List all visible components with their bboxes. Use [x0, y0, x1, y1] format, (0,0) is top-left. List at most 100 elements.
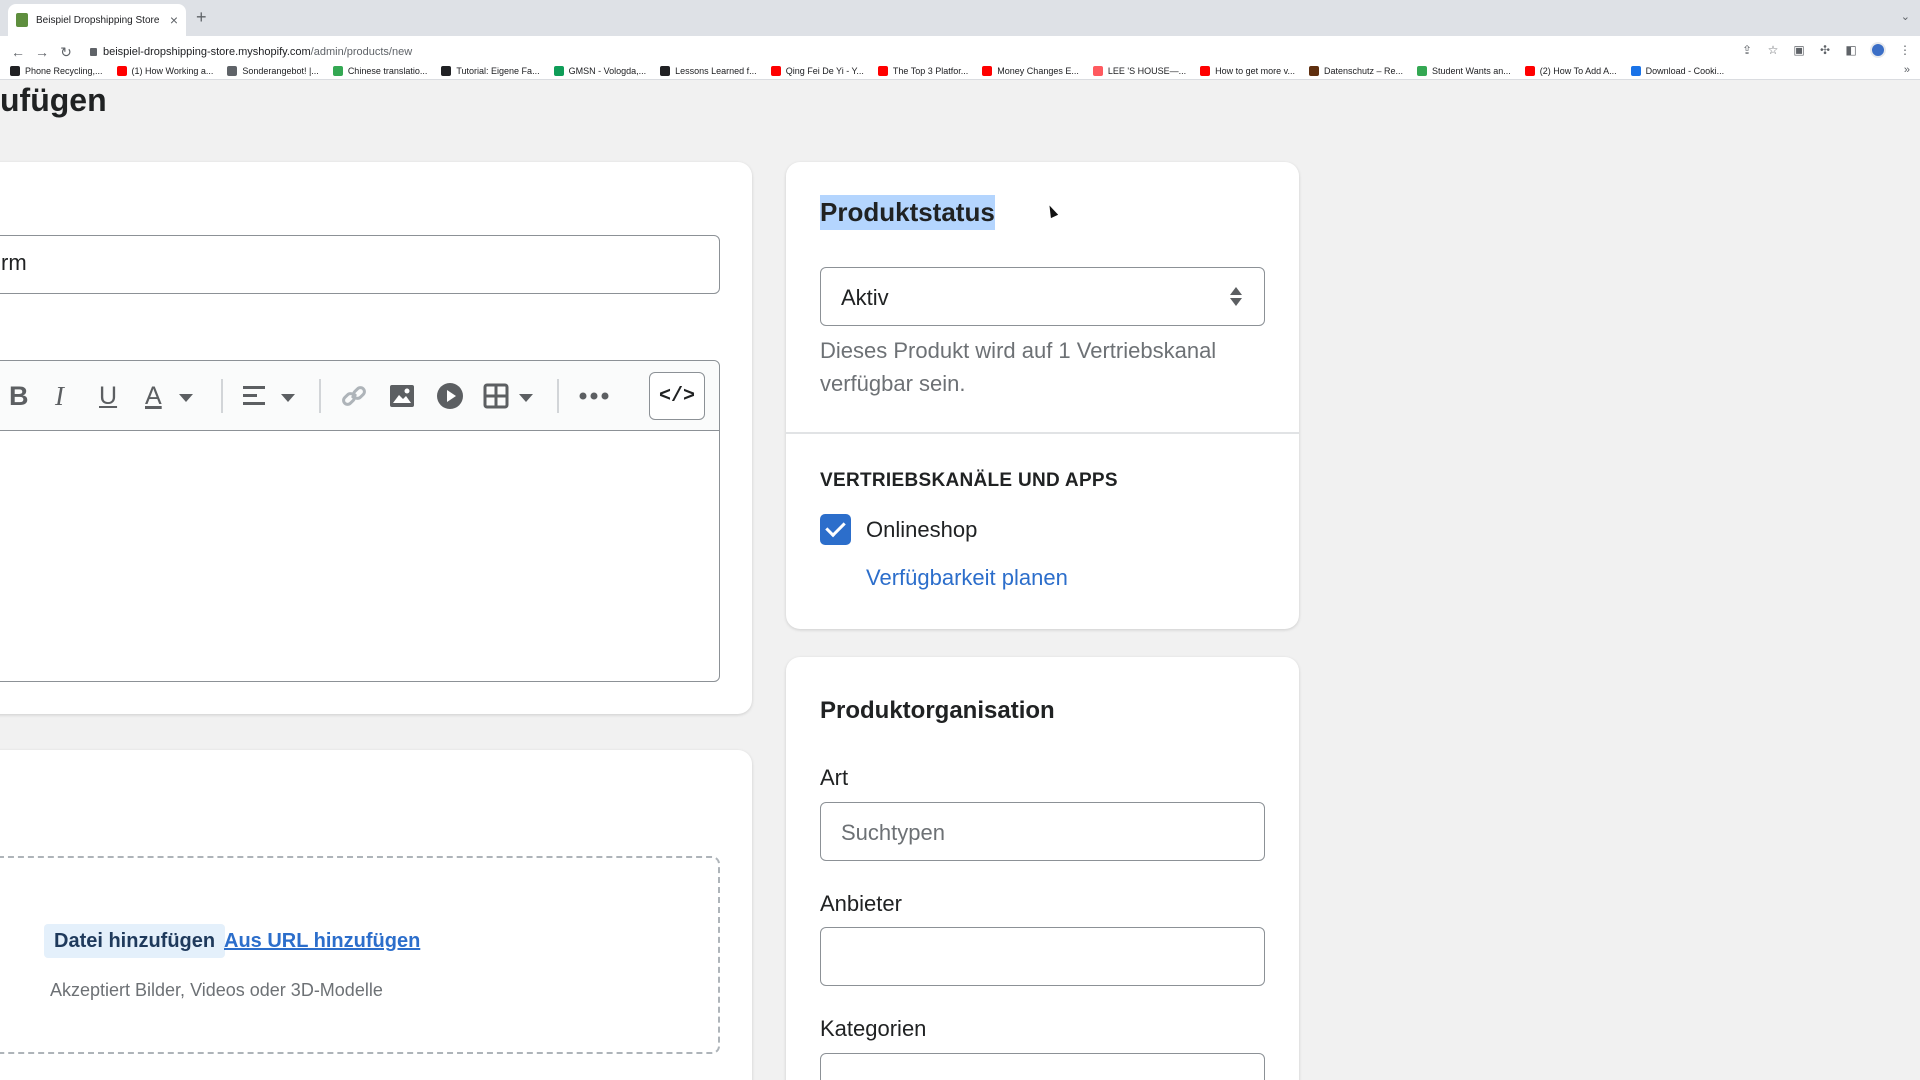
extension-icon[interactable]: ▣ — [1792, 43, 1806, 57]
bookmark-item[interactable]: LEE 'S HOUSE—... — [1092, 65, 1187, 76]
bookmark-favicon-icon — [1417, 65, 1428, 76]
product-status-card: Produktstatus Aktiv Dieses Produkt wird … — [786, 162, 1299, 629]
schedule-availability-link[interactable]: Verfügbarkeit planen — [866, 565, 1068, 591]
bookmark-favicon-icon — [982, 65, 993, 76]
type-search-input[interactable]: Suchtypen — [820, 802, 1265, 861]
bookmark-star-icon[interactable]: ☆ — [1766, 43, 1780, 57]
vendor-input[interactable] — [820, 927, 1265, 986]
bookmark-label: Qing Fei De Yi - Y... — [785, 65, 864, 76]
vendor-label: Anbieter — [820, 891, 902, 916]
bookmarks-overflow-icon[interactable]: » — [1904, 64, 1910, 76]
editor-toolbar: B I U A </> — [0, 361, 719, 431]
link-icon[interactable] — [341, 379, 367, 413]
dropzone-hint: Akzeptiert Bilder, Videos oder 3D-Modell… — [50, 980, 383, 1000]
shopify-favicon-icon — [16, 13, 28, 27]
status-select[interactable]: Aktiv — [820, 267, 1265, 326]
bookmark-label: (1) How Working a... — [131, 65, 214, 76]
toolbar-divider — [221, 379, 223, 413]
kebab-menu-icon[interactable]: ⋮ — [1898, 43, 1912, 57]
add-from-url-link[interactable]: Aus URL hinzufügen — [224, 930, 420, 953]
bookmark-item[interactable]: Qing Fei De Yi - Y... — [770, 65, 864, 76]
reload-icon[interactable]: ↻ — [54, 44, 78, 61]
page-title: ufügen — [0, 82, 107, 118]
bookmark-favicon-icon — [1308, 65, 1319, 76]
bookmark-favicon-icon — [1524, 65, 1535, 76]
categories-input[interactable] — [820, 1053, 1265, 1080]
tab-search-icon[interactable]: ⌄ — [1901, 10, 1910, 23]
italic-icon[interactable]: I — [55, 379, 64, 413]
bookmark-favicon-icon — [1630, 65, 1641, 76]
chevron-down-icon[interactable] — [519, 394, 533, 402]
url-path: /admin/products/new — [310, 46, 413, 58]
bookmark-item[interactable]: The Top 3 Platfor... — [877, 65, 969, 76]
bookmark-item[interactable]: (1) How Working a... — [116, 65, 214, 76]
onlineshop-label: Onlineshop — [866, 517, 978, 542]
tab-close-icon[interactable]: × — [170, 13, 178, 27]
media-dropzone[interactable]: Datei hinzufügen Aus URL hinzufügen Akze… — [0, 856, 720, 1054]
bookmark-item[interactable]: How to get more v... — [1200, 65, 1295, 76]
bookmark-item[interactable]: Chinese translatio... — [332, 65, 427, 76]
add-file-button[interactable]: Datei hinzufügen — [44, 924, 226, 958]
bookmark-label: Datenschutz – Re... — [1323, 65, 1404, 76]
bookmark-label: How to get more v... — [1215, 65, 1295, 76]
sidepanel-icon[interactable]: ◧ — [1844, 43, 1858, 57]
onlineshop-checkbox[interactable] — [820, 514, 851, 545]
bookmark-label: GMSN - Vologda,... — [568, 65, 647, 76]
url-omnibox[interactable]: beispiel-dropshipping-store.myshopify.co… — [90, 40, 1730, 64]
type-label: Art — [820, 765, 849, 790]
bookmark-favicon-icon — [441, 65, 452, 76]
sales-channels-heading: VERTRIEBSKANÄLE UND APPS — [820, 470, 1118, 491]
bookmark-label: Money Changes E... — [997, 65, 1079, 76]
bookmark-favicon-icon — [553, 65, 564, 76]
bookmark-item[interactable]: Student Wants an... — [1417, 65, 1511, 76]
select-arrows-icon — [1230, 287, 1242, 307]
bookmark-favicon-icon — [877, 65, 888, 76]
bookmark-label: Tutorial: Eigene Fa... — [456, 65, 540, 76]
align-left-icon[interactable] — [243, 379, 267, 413]
table-icon[interactable] — [483, 379, 509, 413]
bookmark-label: The Top 3 Platfor... — [892, 65, 969, 76]
more-options-icon[interactable] — [579, 379, 609, 413]
bookmark-label: Lessons Learned f... — [675, 65, 757, 76]
toolbar-divider — [557, 379, 559, 413]
status-select-value: Aktiv — [841, 285, 889, 310]
bookmark-favicon-icon — [332, 65, 343, 76]
bookmark-item[interactable]: Tutorial: Eigene Fa... — [441, 65, 540, 76]
new-tab-button[interactable]: + — [196, 8, 207, 26]
html-code-button[interactable]: </> — [649, 372, 705, 420]
bookmark-favicon-icon — [1092, 65, 1103, 76]
bookmark-label: LEE 'S HOUSE—... — [1107, 65, 1187, 76]
bookmark-item[interactable]: Sonderangebot! |... — [227, 65, 319, 76]
image-icon[interactable] — [389, 379, 415, 413]
bookmark-item[interactable]: Download - Cooki... — [1630, 65, 1725, 76]
section-divider — [786, 432, 1299, 434]
bookmark-label: Student Wants an... — [1432, 65, 1511, 76]
bookmark-item[interactable]: Money Changes E... — [982, 65, 1079, 76]
video-play-icon[interactable] — [436, 379, 464, 413]
chevron-down-icon[interactable] — [179, 394, 193, 402]
bookmark-favicon-icon — [770, 65, 781, 76]
bookmark-item[interactable]: Phone Recycling,... — [10, 65, 103, 76]
bookmark-item[interactable]: (2) How To Add A... — [1524, 65, 1617, 76]
bookmark-favicon-icon — [116, 65, 127, 76]
puzzle-icon[interactable]: ✣ — [1818, 43, 1832, 57]
product-details-card: rm B I U A </> — [0, 162, 752, 714]
bookmark-item[interactable]: GMSN - Vologda,... — [553, 65, 647, 76]
product-organization-card: Produktorganisation Art Suchtypen Anbiet… — [786, 657, 1299, 1080]
share-icon[interactable]: ⇪ — [1740, 43, 1754, 57]
product-title-input[interactable]: rm — [0, 235, 720, 294]
bookmark-label: (2) How To Add A... — [1539, 65, 1617, 76]
browser-tab[interactable]: Beispiel Dropshipping Store · Produkt hi… — [8, 4, 186, 36]
chevron-down-icon[interactable] — [281, 394, 295, 402]
browser-tab-bar: Beispiel Dropshipping Store · Produkt hi… — [0, 0, 1920, 36]
underline-icon[interactable]: U — [99, 379, 117, 413]
bold-icon[interactable]: B — [9, 379, 29, 413]
toolbar-divider — [319, 379, 321, 413]
text-color-icon[interactable]: A — [145, 379, 162, 413]
bookmark-item[interactable]: Datenschutz – Re... — [1308, 65, 1404, 76]
bookmark-item[interactable]: Lessons Learned f... — [660, 65, 757, 76]
back-icon[interactable]: ← — [6, 44, 30, 60]
profile-avatar[interactable] — [1870, 42, 1886, 58]
forward-icon[interactable]: → — [30, 44, 54, 60]
bookmark-label: Download - Cooki... — [1645, 65, 1725, 76]
